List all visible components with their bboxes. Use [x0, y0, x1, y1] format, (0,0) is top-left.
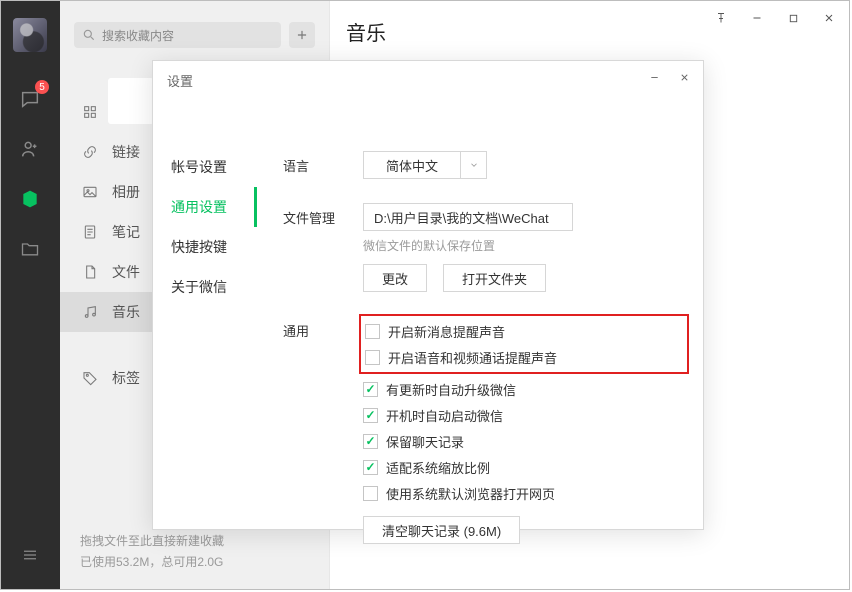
tag-icon — [80, 368, 100, 388]
close-button[interactable] — [812, 6, 846, 30]
checkbox-box — [363, 382, 378, 397]
check-default-browser[interactable]: 使用系统默认浏览器打开网页 — [363, 480, 685, 506]
avatar[interactable] — [13, 18, 47, 52]
clear-history-button[interactable]: 清空聊天记录 (9.6M) — [363, 516, 520, 544]
maximize-button[interactable] — [776, 6, 810, 30]
image-icon — [80, 182, 100, 202]
check-label: 保留聊天记录 — [386, 432, 464, 451]
check-keep-history[interactable]: 保留聊天记录 — [363, 428, 685, 454]
checkbox-box — [363, 460, 378, 475]
check-label: 适配系统缩放比例 — [386, 458, 490, 477]
tab-about[interactable]: 关于微信 — [165, 267, 257, 307]
rail-files-icon[interactable] — [13, 232, 47, 266]
tab-shortcut[interactable]: 快捷按键 — [165, 227, 257, 267]
checkbox-box — [363, 486, 378, 501]
checkbox-box — [365, 324, 380, 339]
fav-item-label: 笔记 — [112, 222, 140, 242]
checkbox-box — [365, 350, 380, 365]
check-label: 有更新时自动升级微信 — [386, 380, 516, 399]
note-icon — [80, 222, 100, 242]
search-icon — [82, 28, 96, 42]
settings-title: 设置 — [167, 71, 193, 90]
rail-favorites-icon[interactable] — [13, 182, 47, 216]
chevron-down-icon — [460, 152, 486, 178]
minimize-button[interactable] — [740, 6, 774, 30]
link-icon — [80, 142, 100, 162]
settings-tabs: 帐号设置 通用设置 快捷按键 关于微信 — [165, 147, 257, 307]
check-scale[interactable]: 适配系统缩放比例 — [363, 454, 685, 480]
files-path[interactable]: D:\用户目录\我的文档\WeChat — [363, 203, 573, 231]
fav-item-label: 链接 — [112, 142, 140, 162]
fav-item-label: 相册 — [112, 182, 140, 202]
search-input[interactable]: 搜索收藏内容 — [74, 22, 281, 48]
check-label: 开启语音和视频通话提醒声音 — [388, 348, 557, 367]
pin-button[interactable] — [704, 6, 738, 30]
check-label: 使用系统默认浏览器打开网页 — [386, 484, 555, 503]
fav-item-label: 标签 — [112, 368, 140, 388]
file-icon — [80, 262, 100, 282]
page-title: 音乐 — [346, 17, 386, 46]
chat-badge: 5 — [35, 80, 49, 94]
check-new-msg-sound[interactable]: 开启新消息提醒声音 — [365, 318, 683, 344]
check-label: 开机时自动启动微信 — [386, 406, 503, 425]
rail-chat-icon[interactable]: 5 — [13, 82, 47, 116]
check-label: 开启新消息提醒声音 — [388, 322, 505, 341]
tab-general[interactable]: 通用设置 — [165, 187, 257, 227]
window-controls — [704, 6, 846, 30]
files-label: 文件管理 — [283, 203, 363, 227]
footer-hint-line1: 拖拽文件至此直接新建收藏 — [80, 531, 224, 551]
rail-contacts-icon[interactable] — [13, 132, 47, 166]
language-select[interactable]: 简体中文 — [363, 151, 487, 179]
favorites-footer: 拖拽文件至此直接新建收藏 已使用53.2M，总可用2.0G — [80, 531, 224, 572]
check-auto-update[interactable]: 有更新时自动升级微信 — [363, 376, 685, 402]
open-folder-button[interactable]: 打开文件夹 — [443, 264, 546, 292]
settings-close-button[interactable] — [669, 65, 699, 89]
settings-content: 语言 简体中文 文件管理 D:\用户目录\我的文档\WeChat 微信文件的默认… — [283, 151, 685, 511]
language-value: 简体中文 — [364, 152, 460, 178]
fav-item-label: 文件 — [112, 262, 140, 282]
left-rail: 5 — [0, 0, 60, 590]
checkbox-box — [363, 408, 378, 423]
change-folder-button[interactable]: 更改 — [363, 264, 427, 292]
check-auto-start[interactable]: 开机时自动启动微信 — [363, 402, 685, 428]
fav-item-label: 音乐 — [112, 302, 140, 322]
card-placeholder — [108, 78, 154, 124]
settings-modal: 设置 帐号设置 通用设置 快捷按键 关于微信 语言 简体中文 — [152, 60, 704, 530]
files-hint: 微信文件的默认保存位置 — [363, 237, 685, 254]
music-icon — [80, 302, 100, 322]
footer-hint-line2: 已使用53.2M，总可用2.0G — [80, 552, 224, 572]
settings-minimize-button[interactable] — [639, 65, 669, 89]
highlight-annotation: 开启新消息提醒声音 开启语音和视频通话提醒声音 — [359, 314, 689, 374]
rail-menu-icon[interactable] — [13, 538, 47, 572]
search-placeholder: 搜索收藏内容 — [102, 27, 174, 44]
general-label: 通用 — [283, 316, 363, 340]
check-av-call-sound[interactable]: 开启语音和视频通话提醒声音 — [365, 344, 683, 370]
tab-account[interactable]: 帐号设置 — [165, 147, 257, 187]
add-button[interactable] — [289, 22, 315, 48]
grid-icon — [80, 102, 100, 122]
language-label: 语言 — [283, 151, 363, 175]
checkbox-box — [363, 434, 378, 449]
